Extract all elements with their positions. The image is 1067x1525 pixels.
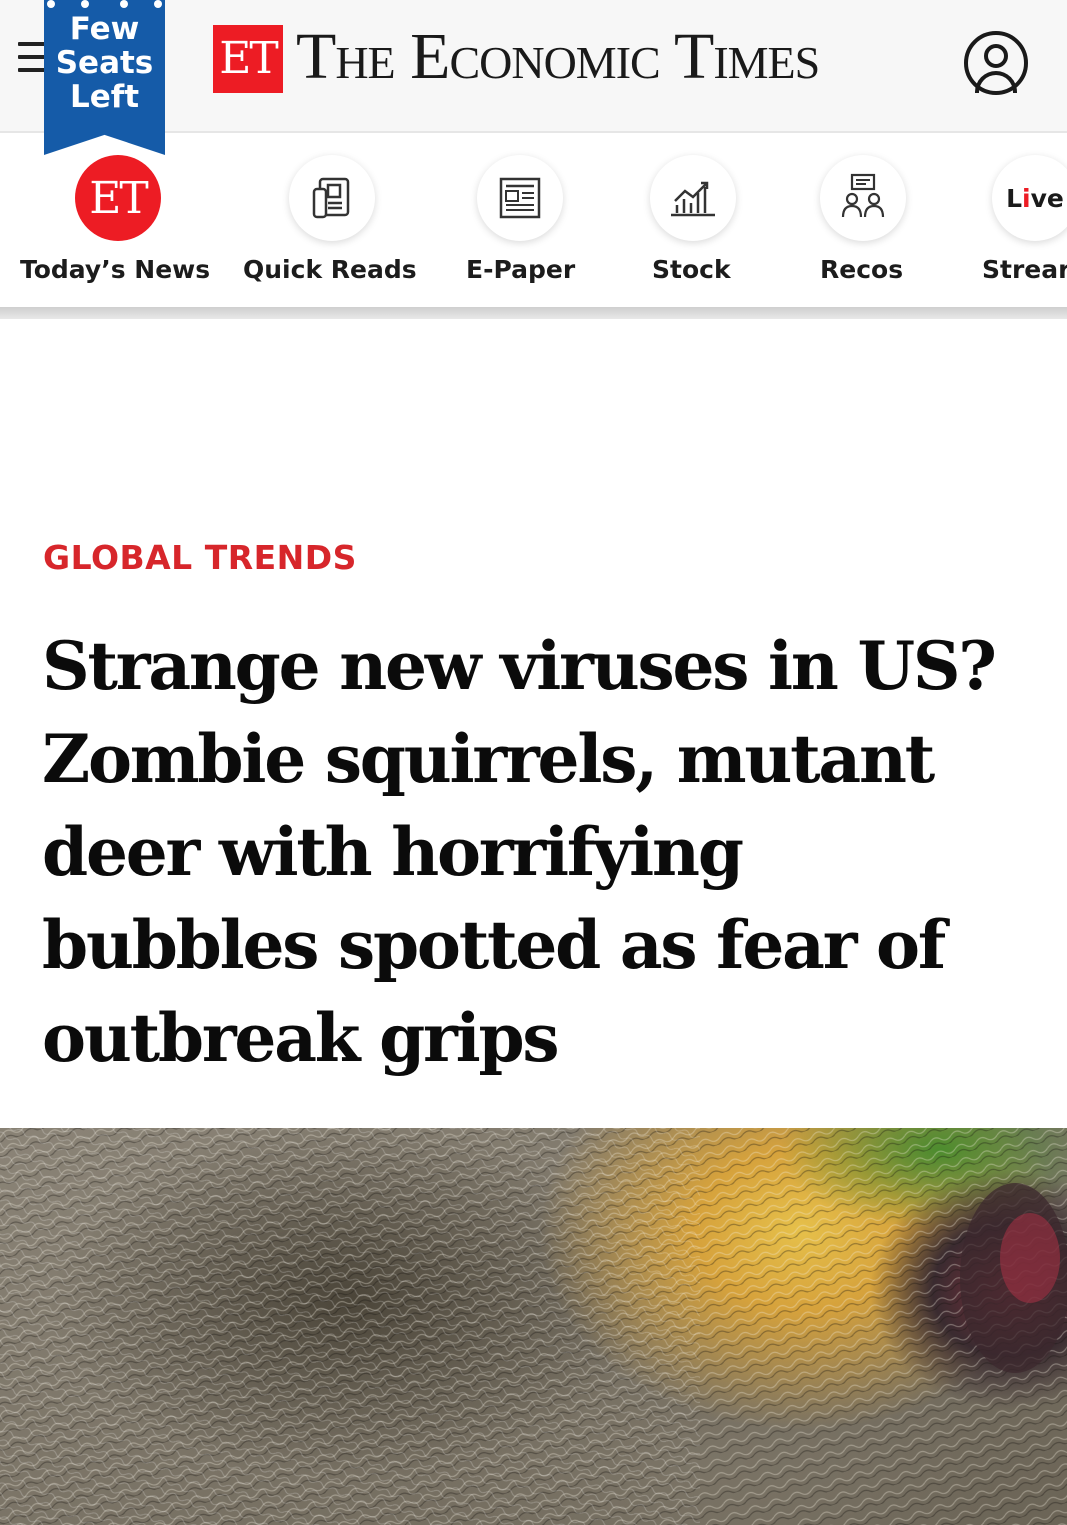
quicknav-quick-reads[interactable]: Quick Reads <box>243 155 443 305</box>
et-logo-icon: ET <box>75 155 161 241</box>
quicknav-label: E-Paper <box>466 255 576 284</box>
few-seats-left-promo-ribbon[interactable]: Few Seats Left <box>44 0 165 155</box>
quicknav-label: Today’s News <box>20 255 211 284</box>
article-category[interactable]: GLOBAL TRENDS <box>43 538 357 577</box>
fur-texture <box>0 1128 1067 1525</box>
quick-reads-icon <box>289 155 375 241</box>
headline-line: bubbles spotted as fear of <box>42 906 946 984</box>
headline-line: outbreak grips <box>42 999 560 1077</box>
newspaper-icon <box>477 155 563 241</box>
quicknav-label: Stock <box>652 255 731 284</box>
nav-divider <box>0 307 1067 319</box>
squirrel-with-lesion-photo[interactable] <box>0 1128 1067 1525</box>
quicknav-label: Quick Reads <box>243 255 417 284</box>
live-stream-icon: Live <box>992 155 1067 241</box>
recos-people-icon <box>820 155 906 241</box>
stock-chart-icon <box>650 155 736 241</box>
hamburger-menu-icon[interactable] <box>18 42 48 78</box>
quicknav-todays-news[interactable]: ET Today’s News <box>20 155 220 305</box>
headline-line: Zombie squirrels, mutant <box>42 720 935 798</box>
promo-line-1: Few <box>69 11 140 47</box>
quick-nav-strip: ET Today’s News Quick Reads E-Paper Stoc… <box>0 135 1067 307</box>
promo-line-3: Left <box>69 79 140 115</box>
quicknav-stream[interactable]: Live Strear <box>980 155 1067 305</box>
masthead-title[interactable]: The Economic Times <box>296 22 820 92</box>
user-account-icon[interactable] <box>964 31 1028 95</box>
quicknav-label: Recos <box>820 255 904 284</box>
headline-line: Strange new viruses in US? <box>42 627 997 705</box>
headline-line: deer with horrifying <box>42 813 744 891</box>
promo-line-2: Seats <box>55 45 154 81</box>
article-headline: Strange new viruses in US? Zombie squirr… <box>42 620 1042 1085</box>
quicknav-epaper[interactable]: E-Paper <box>466 155 666 305</box>
quicknav-label: Strear <box>982 255 1067 284</box>
et-logo[interactable]: ET <box>213 25 283 93</box>
